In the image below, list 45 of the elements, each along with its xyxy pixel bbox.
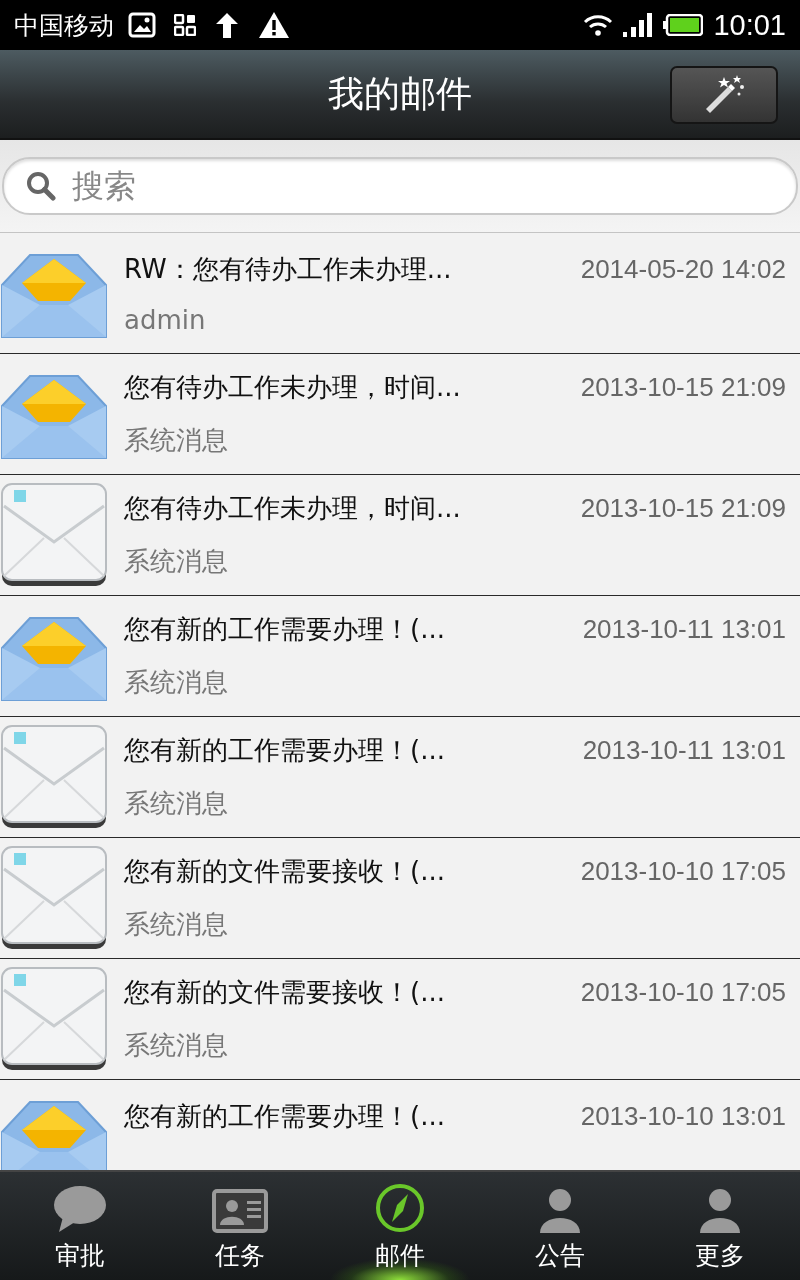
tab-button[interactable]: 公告 [480,1172,640,1280]
tab-button[interactable]: 任务 [160,1172,320,1280]
battery-icon [663,14,704,36]
mail-sender: 系统消息 [124,787,229,820]
grid-icon [174,14,196,36]
carrier-name: 中国移动 [14,9,114,42]
speech-bubble-icon [53,1185,107,1233]
mail-date: 2013-10-10 17:05 [580,856,786,887]
person-icon [538,1187,582,1233]
mail-subject: 您有新的工作需要办理！(... [124,1099,445,1133]
mail-date: 2013-10-11 13:01 [582,735,786,766]
mail-sender: 系统消息 [124,545,229,578]
mail-date: 2013-10-10 13:01 [580,1100,786,1132]
mail-subject: 您有新的文件需要接收！(... [124,855,445,888]
mail-subject: 您有新的工作需要办理！(... [124,734,445,767]
page-title: 我的邮件 [328,71,472,116]
tab-button[interactable]: 更多 [640,1172,800,1280]
search-icon [26,171,56,201]
magic-wand-button[interactable] [670,66,778,124]
id-card-icon [212,1189,268,1233]
person-icon [698,1187,742,1233]
mail-sender: 系统消息 [124,908,229,941]
mail-date: 2013-10-10 17:05 [580,977,786,1008]
signal-icon [623,13,654,37]
mail-date: 2013-10-11 13:01 [582,614,786,645]
mail-subject: 您有待办工作未办理，时间... [124,371,461,404]
mail-sender: 系统消息 [124,1029,229,1062]
mail-subject: 您有新的文件需要接收！(... [124,976,445,1009]
mail-sender: 系统消息 [124,424,229,457]
image-icon [128,12,156,38]
upload-arrow-icon [214,11,240,39]
mail-subject: 您有新的工作需要办理！(... [124,613,445,646]
mail-sender: admin [124,304,207,335]
tab-button[interactable]: 审批 [0,1172,160,1280]
mail-subject: 您有待办工作未办理，时间... [124,492,461,525]
wifi-icon [583,14,614,36]
clock-time: 10:01 [713,8,786,42]
search-field[interactable]: 搜索 [2,157,798,215]
mail-date: 2013-10-15 21:09 [580,372,786,403]
warning-icon [258,11,290,39]
compass-icon [375,1183,425,1233]
mail-sender: 系统消息 [124,666,229,699]
mail-date: 2014-05-20 14:02 [580,253,786,285]
mail-date: 2013-10-15 21:09 [580,493,786,524]
mail-subject: RW：您有待办工作未办理... [124,252,452,286]
